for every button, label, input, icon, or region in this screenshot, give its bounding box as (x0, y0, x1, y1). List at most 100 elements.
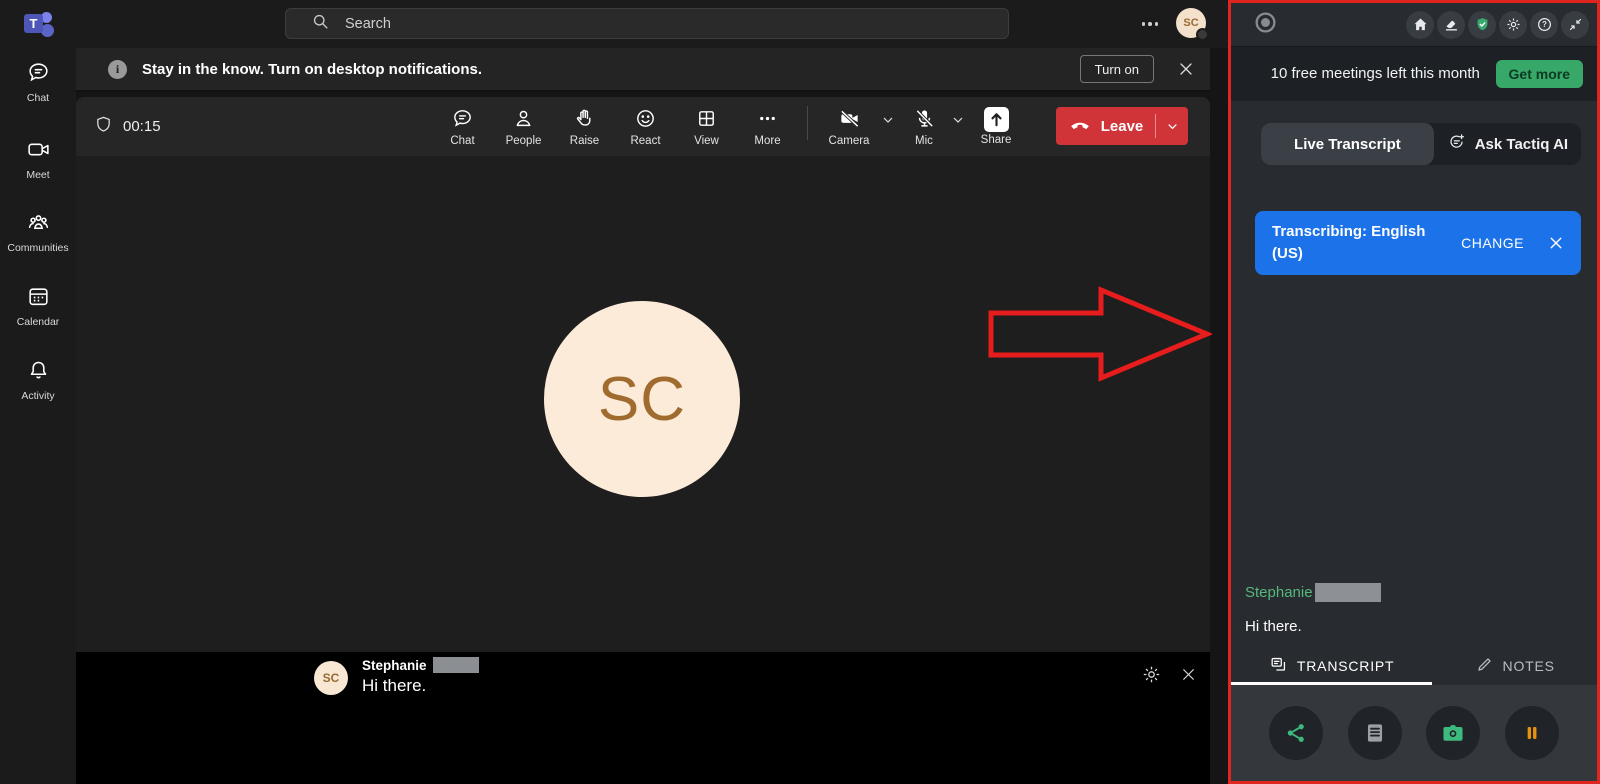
tab-label: Ask Tactiq AI (1474, 135, 1569, 153)
button-label: Camera (828, 134, 870, 147)
pencil-icon (1475, 655, 1494, 677)
tab-label: NOTES (1502, 657, 1555, 674)
chevron-down-icon[interactable] (880, 112, 896, 128)
sidebar-item-label: Activity (21, 390, 55, 402)
avatar-initials: SC (597, 364, 687, 434)
teams-logo[interactable]: T (24, 10, 54, 38)
chevron-down-icon[interactable] (1156, 119, 1188, 134)
record-status-icon[interactable] (1253, 10, 1278, 40)
tab-ask-tactiq-ai[interactable]: Ask Tactiq AI (1434, 123, 1581, 165)
tactiq-action-bar (1231, 685, 1597, 781)
change-language-button[interactable]: CHANGE (1461, 235, 1524, 251)
caption-settings-gear-icon[interactable] (1141, 664, 1162, 685)
grid-icon (695, 107, 718, 133)
sidebar-item-calendar[interactable]: Calendar (0, 284, 76, 328)
meeting-stage: SC (76, 156, 1212, 652)
avatar-initials: SC (322, 671, 340, 685)
sidebar-item-activity[interactable]: Activity (0, 358, 76, 402)
eraser-button[interactable] (1437, 10, 1465, 39)
speaker-avatar: SC (314, 661, 348, 695)
privacy-shield-button[interactable] (1468, 10, 1496, 39)
button-label: View (694, 134, 719, 147)
screenshot-button[interactable] (1426, 706, 1481, 760)
transcribing-banner: Transcribing: English (US) CHANGE (1255, 211, 1581, 275)
search-input[interactable]: Search (285, 8, 1009, 39)
mic-off-icon (913, 107, 936, 133)
smiley-icon (634, 107, 657, 133)
sidebar-item-label: Chat (26, 92, 50, 104)
chat-icon (26, 60, 51, 88)
share-screen-icon (983, 107, 1009, 132)
settings-button[interactable] (1499, 10, 1527, 39)
meeting-toolbar: 00:15 Chat People Raise React View More … (76, 97, 1210, 156)
sidebar-item-meet[interactable]: Meet (0, 137, 76, 181)
camera-button[interactable]: Camera (822, 107, 876, 147)
tactiq-top-bar: ? (1231, 3, 1597, 47)
transcript-notes-tabs: TRANSCRIPT NOTES (1231, 649, 1597, 685)
button-label: React (630, 134, 661, 147)
teams-logo-letter: T (24, 14, 43, 33)
red-annotation-arrow (988, 286, 1212, 382)
more-options-icon[interactable] (1138, 14, 1162, 34)
button-label: Chat (450, 134, 475, 147)
view-notes-button[interactable] (1347, 706, 1402, 760)
tab-live-transcript[interactable]: Live Transcript (1261, 123, 1434, 165)
view-button[interactable]: View (683, 107, 730, 147)
close-icon[interactable] (1176, 59, 1196, 79)
search-placeholder: Search (345, 15, 391, 32)
button-label: People (505, 134, 542, 147)
meeting-timer: 00:15 (94, 97, 161, 156)
timer-value: 00:15 (123, 118, 161, 135)
people-button[interactable]: People (500, 107, 547, 147)
transcript-empty-area (1231, 275, 1597, 583)
home-button[interactable] (1406, 10, 1434, 39)
tab-transcript[interactable]: TRANSCRIPT (1231, 649, 1433, 685)
redacted-surname (432, 657, 479, 673)
react-button[interactable]: React (622, 107, 669, 147)
sidebar-item-chat[interactable]: Chat (0, 60, 76, 104)
svg-text:?: ? (1542, 20, 1547, 29)
tactiq-panel: ? 10 free meetings left this month Get m… (1228, 0, 1600, 784)
notification-banner: i Stay in the know. Turn on desktop noti… (76, 48, 1210, 92)
close-icon[interactable] (1179, 665, 1198, 684)
speaker-name: Stephanie (362, 657, 427, 673)
transcript-speaker-row: Stephanie (1231, 583, 1597, 602)
sidebar-item-communities[interactable]: Communities (0, 210, 76, 254)
gear-icon (1506, 18, 1520, 31)
more-button[interactable]: More (744, 107, 791, 147)
ai-chat-icon (1447, 132, 1467, 156)
button-label: Share (980, 134, 1012, 146)
get-more-button[interactable]: Get more (1495, 60, 1583, 88)
chevron-down-icon[interactable] (950, 112, 966, 128)
leave-label: Leave (1100, 117, 1144, 135)
share-button[interactable]: Share (972, 107, 1020, 146)
notification-message: Stay in the know. Turn on desktop notifi… (142, 60, 483, 78)
turn-on-button[interactable]: Turn on (1079, 55, 1154, 83)
transcript-icon (1269, 655, 1288, 677)
camera-icon (1443, 725, 1463, 741)
collapse-panel-button[interactable] (1561, 10, 1589, 39)
people-group-icon (26, 210, 51, 238)
sidebar-item-label: Meet (26, 169, 50, 181)
raised-hand-icon (573, 107, 596, 133)
transcribing-text: Transcribing: English (US) (1272, 223, 1426, 262)
leave-button[interactable]: Leave (1056, 107, 1188, 145)
ellipsis-icon (756, 107, 779, 133)
mic-button[interactable]: Mic (902, 107, 946, 147)
eraser-icon (1445, 20, 1457, 31)
toolbar-buttons: Chat People Raise React View More Camera… (439, 97, 1034, 156)
share-transcript-button[interactable] (1269, 706, 1323, 760)
redacted-surname (1314, 583, 1381, 602)
main-column: Search SC i Stay in the know. Turn on de… (76, 0, 1228, 784)
help-button[interactable]: ? (1530, 10, 1558, 39)
close-icon[interactable] (1548, 235, 1564, 251)
tab-notes[interactable]: NOTES (1432, 649, 1597, 685)
raise-hand-button[interactable]: Raise (561, 107, 608, 147)
camera-off-icon (838, 107, 861, 133)
sidebar-item-label: Calendar (16, 316, 60, 328)
left-sidebar: T Chat Meet Communities Calendar Activit… (0, 0, 76, 784)
transcript-line: Hi there. (1245, 618, 1302, 635)
chat-button[interactable]: Chat (439, 107, 486, 147)
pause-transcription-button[interactable] (1504, 706, 1559, 760)
user-avatar[interactable]: SC (1176, 8, 1209, 41)
